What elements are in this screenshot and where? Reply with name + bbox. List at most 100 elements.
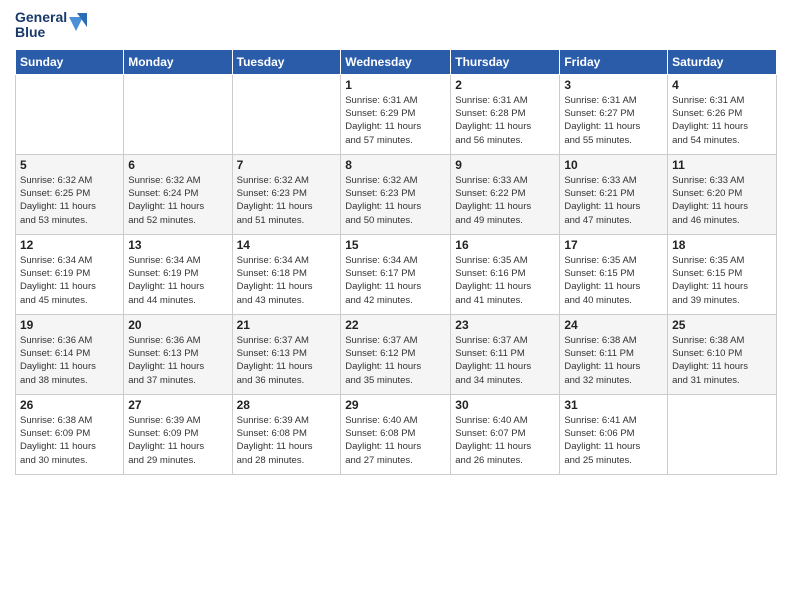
day-info: Sunrise: 6:31 AM Sunset: 6:29 PM Dayligh… bbox=[345, 94, 446, 147]
calendar-cell: 23 Sunrise: 6:37 AM Sunset: 6:11 PM Dayli… bbox=[451, 314, 560, 394]
calendar-cell: 11 Sunrise: 6:33 AM Sunset: 6:20 PM Dayli… bbox=[668, 154, 777, 234]
day-info: Sunrise: 6:35 AM Sunset: 6:15 PM Dayligh… bbox=[564, 254, 663, 307]
calendar-cell: 14Sunrise: 6:34 AM Sunset: 6:18 PM Dayli… bbox=[232, 234, 341, 314]
day-number: 11 bbox=[672, 158, 772, 172]
calendar-header: SundayMondayTuesdayWednesdayThursdayFrid… bbox=[16, 49, 777, 74]
day-number: 21 bbox=[237, 318, 337, 332]
page: GeneralBlue SundayMondayTuesdayWednesday… bbox=[0, 0, 792, 612]
day-info: Sunrise: 6:37 AM Sunset: 6:11 PM Dayligh… bbox=[455, 334, 555, 387]
day-info: Sunrise: 6:35 AM Sunset: 6:16 PM Dayligh… bbox=[455, 254, 555, 307]
day-info: Sunrise: 6:40 AM Sunset: 6:07 PM Dayligh… bbox=[455, 414, 555, 467]
calendar-cell bbox=[124, 74, 232, 154]
day-info: Sunrise: 6:39 AM Sunset: 6:08 PM Dayligh… bbox=[237, 414, 337, 467]
calendar-cell: 13 Sunrise: 6:34 AM Sunset: 6:19 PM Dayli… bbox=[124, 234, 232, 314]
day-number: 25 bbox=[672, 318, 772, 332]
calendar-cell bbox=[16, 74, 124, 154]
day-info: Sunrise: 6:38 AM Sunset: 6:11 PM Dayligh… bbox=[564, 334, 663, 387]
weekday-row: SundayMondayTuesdayWednesdayThursdayFrid… bbox=[16, 49, 777, 74]
logo-triangle-icon bbox=[69, 11, 89, 39]
calendar-cell: 28 Sunrise: 6:39 AM Sunset: 6:08 PM Dayli… bbox=[232, 394, 341, 474]
calendar-cell: 21 Sunrise: 6:37 AM Sunset: 6:13 PM Dayli… bbox=[232, 314, 341, 394]
calendar-cell: 15 Sunrise: 6:34 AM Sunset: 6:17 PM Dayli… bbox=[341, 234, 451, 314]
day-number: 6 bbox=[128, 158, 227, 172]
calendar-cell: 6 Sunrise: 6:32 AM Sunset: 6:24 PM Daylig… bbox=[124, 154, 232, 234]
calendar-cell bbox=[668, 394, 777, 474]
day-number: 9 bbox=[455, 158, 555, 172]
day-number: 18 bbox=[672, 238, 772, 252]
day-info: Sunrise: 6:40 AM Sunset: 6:08 PM Dayligh… bbox=[345, 414, 446, 467]
day-number: 29 bbox=[345, 398, 446, 412]
day-number: 16 bbox=[455, 238, 555, 252]
weekday-friday: Friday bbox=[560, 49, 668, 74]
logo-line1: General bbox=[15, 10, 67, 25]
calendar-table: SundayMondayTuesdayWednesdayThursdayFrid… bbox=[15, 49, 777, 475]
calendar-cell: 25 Sunrise: 6:38 AM Sunset: 6:10 PM Dayli… bbox=[668, 314, 777, 394]
weekday-sunday: Sunday bbox=[16, 49, 124, 74]
day-number: 10 bbox=[564, 158, 663, 172]
day-info: Sunrise: 6:33 AM Sunset: 6:20 PM Dayligh… bbox=[672, 174, 772, 227]
day-info: Sunrise: 6:34 AM Sunset: 6:19 PM Dayligh… bbox=[20, 254, 119, 307]
day-info: Sunrise: 6:31 AM Sunset: 6:28 PM Dayligh… bbox=[455, 94, 555, 147]
day-number: 31 bbox=[564, 398, 663, 412]
day-number: 1 bbox=[345, 78, 446, 92]
day-info: Sunrise: 6:35 AM Sunset: 6:15 PM Dayligh… bbox=[672, 254, 772, 307]
day-number: 22 bbox=[345, 318, 446, 332]
day-number: 30 bbox=[455, 398, 555, 412]
day-number: 28 bbox=[237, 398, 337, 412]
calendar-cell: 29 Sunrise: 6:40 AM Sunset: 6:08 PM Dayli… bbox=[341, 394, 451, 474]
day-number: 12 bbox=[20, 238, 119, 252]
day-info: Sunrise: 6:38 AM Sunset: 6:09 PM Dayligh… bbox=[20, 414, 119, 467]
day-number: 15 bbox=[345, 238, 446, 252]
day-number: 23 bbox=[455, 318, 555, 332]
calendar-cell: 17 Sunrise: 6:35 AM Sunset: 6:15 PM Dayli… bbox=[560, 234, 668, 314]
day-info: Sunrise: 6:37 AM Sunset: 6:12 PM Dayligh… bbox=[345, 334, 446, 387]
day-number: 17 bbox=[564, 238, 663, 252]
day-info: Sunrise: 6:41 AM Sunset: 6:06 PM Dayligh… bbox=[564, 414, 663, 467]
calendar-cell: 3 Sunrise: 6:31 AM Sunset: 6:27 PM Daylig… bbox=[560, 74, 668, 154]
day-info: Sunrise: 6:36 AM Sunset: 6:14 PM Dayligh… bbox=[20, 334, 119, 387]
weekday-tuesday: Tuesday bbox=[232, 49, 341, 74]
day-info: Sunrise: 6:31 AM Sunset: 6:27 PM Dayligh… bbox=[564, 94, 663, 147]
calendar-cell: 10 Sunrise: 6:33 AM Sunset: 6:21 PM Dayli… bbox=[560, 154, 668, 234]
calendar-body: 1 Sunrise: 6:31 AM Sunset: 6:29 PM Daylig… bbox=[16, 74, 777, 474]
day-number: 3 bbox=[564, 78, 663, 92]
day-number: 13 bbox=[128, 238, 227, 252]
calendar-cell: 31 Sunrise: 6:41 AM Sunset: 6:06 PM Dayli… bbox=[560, 394, 668, 474]
day-number: 7 bbox=[237, 158, 337, 172]
calendar-cell: 19 Sunrise: 6:36 AM Sunset: 6:14 PM Dayli… bbox=[16, 314, 124, 394]
day-info: Sunrise: 6:34 AM Sunset: 6:17 PM Dayligh… bbox=[345, 254, 446, 307]
day-info: Sunrise: 6:37 AM Sunset: 6:13 PM Dayligh… bbox=[237, 334, 337, 387]
day-number: 5 bbox=[20, 158, 119, 172]
calendar-cell: 12 Sunrise: 6:34 AM Sunset: 6:19 PM Dayli… bbox=[16, 234, 124, 314]
day-info: Sunrise: 6:36 AM Sunset: 6:13 PM Dayligh… bbox=[128, 334, 227, 387]
day-info: Sunrise: 6:34 AM Sunset: 6:19 PM Dayligh… bbox=[128, 254, 227, 307]
logo-line2: Blue bbox=[15, 25, 45, 40]
weekday-wednesday: Wednesday bbox=[341, 49, 451, 74]
calendar-cell: 7 Sunrise: 6:32 AM Sunset: 6:23 PM Daylig… bbox=[232, 154, 341, 234]
weekday-thursday: Thursday bbox=[451, 49, 560, 74]
day-info: Sunrise: 6:38 AM Sunset: 6:10 PM Dayligh… bbox=[672, 334, 772, 387]
day-number: 26 bbox=[20, 398, 119, 412]
day-number: 24 bbox=[564, 318, 663, 332]
day-info: Sunrise: 6:33 AM Sunset: 6:21 PM Dayligh… bbox=[564, 174, 663, 227]
day-number: 14 bbox=[237, 238, 337, 252]
calendar-cell: 16 Sunrise: 6:35 AM Sunset: 6:16 PM Dayli… bbox=[451, 234, 560, 314]
calendar-cell: 4Sunrise: 6:31 AM Sunset: 6:26 PM Daylig… bbox=[668, 74, 777, 154]
calendar-cell: 30 Sunrise: 6:40 AM Sunset: 6:07 PM Dayli… bbox=[451, 394, 560, 474]
day-number: 27 bbox=[128, 398, 227, 412]
calendar-cell: 8Sunrise: 6:32 AM Sunset: 6:23 PM Daylig… bbox=[341, 154, 451, 234]
calendar-week-2: 5Sunrise: 6:32 AM Sunset: 6:25 PM Daylig… bbox=[16, 154, 777, 234]
calendar-cell: 5Sunrise: 6:32 AM Sunset: 6:25 PM Daylig… bbox=[16, 154, 124, 234]
day-number: 19 bbox=[20, 318, 119, 332]
calendar-week-3: 12 Sunrise: 6:34 AM Sunset: 6:19 PM Dayli… bbox=[16, 234, 777, 314]
calendar-cell: 20Sunrise: 6:36 AM Sunset: 6:13 PM Dayli… bbox=[124, 314, 232, 394]
day-info: Sunrise: 6:32 AM Sunset: 6:23 PM Dayligh… bbox=[237, 174, 337, 227]
calendar-cell: 2Sunrise: 6:31 AM Sunset: 6:28 PM Daylig… bbox=[451, 74, 560, 154]
calendar-cell bbox=[232, 74, 341, 154]
calendar-cell: 27Sunrise: 6:39 AM Sunset: 6:09 PM Dayli… bbox=[124, 394, 232, 474]
logo: GeneralBlue bbox=[15, 10, 89, 41]
day-info: Sunrise: 6:33 AM Sunset: 6:22 PM Dayligh… bbox=[455, 174, 555, 227]
day-info: Sunrise: 6:32 AM Sunset: 6:24 PM Dayligh… bbox=[128, 174, 227, 227]
day-number: 8 bbox=[345, 158, 446, 172]
calendar-cell: 24 Sunrise: 6:38 AM Sunset: 6:11 PM Dayli… bbox=[560, 314, 668, 394]
